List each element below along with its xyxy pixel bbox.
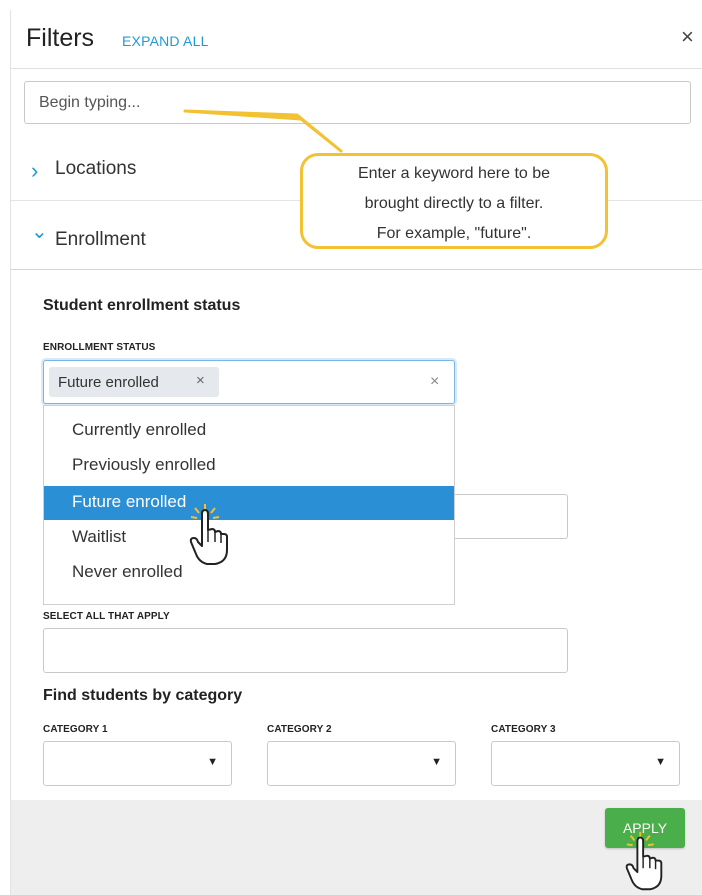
clear-selection-icon[interactable]: ×	[430, 373, 439, 391]
filters-title: Filters	[26, 24, 95, 52]
chevron-right-icon: ›	[31, 158, 39, 183]
callout-line: brought directly to a filter.	[364, 195, 544, 212]
selected-tag-label: Future enrolled	[58, 374, 159, 391]
category-1-select[interactable]: ▼	[43, 741, 232, 786]
callout-line: For example, "future".	[376, 225, 532, 242]
expand-all-link[interactable]: EXPAND ALL	[122, 33, 209, 49]
remove-tag-icon[interactable]: ×	[196, 372, 205, 389]
section-label-enrollment: Enrollment	[55, 229, 146, 250]
option-previously-enrolled[interactable]: Previously enrolled	[44, 449, 454, 483]
dropdown-arrow-icon: ▼	[655, 756, 666, 768]
select-all-label: SELECT ALL THAT APPLY	[43, 611, 170, 622]
section-label-locations: Locations	[55, 158, 137, 179]
option-label: Never enrolled	[72, 562, 183, 581]
dropdown-arrow-icon: ▼	[207, 756, 218, 768]
dropdown-arrow-icon: ▼	[431, 756, 442, 768]
hand-cursor-icon	[189, 504, 228, 565]
chevron-down-icon: ⌄	[31, 221, 48, 243]
close-icon[interactable]: ×	[681, 24, 694, 50]
hand-cursor-icon	[625, 831, 663, 891]
enrollment-status-dropdown: Currently enrolled Previously enrolled F…	[43, 405, 455, 605]
select-all-input[interactable]	[43, 628, 568, 673]
option-label: Previously enrolled	[72, 455, 216, 474]
selected-tag: Future enrolled ×	[49, 367, 219, 397]
category-2-select[interactable]: ▼	[267, 741, 456, 786]
category-heading: Find students by category	[43, 687, 243, 704]
filters-panel: Filters EXPAND ALL × › Locations ⌄ Enrol…	[10, 10, 702, 895]
filters-footer	[11, 800, 702, 895]
enrollment-status-select[interactable]: Future enrolled × ×	[43, 360, 455, 404]
category-3-label: CATEGORY 3	[491, 724, 556, 735]
category-1-label: CATEGORY 1	[43, 724, 108, 735]
option-currently-enrolled[interactable]: Currently enrolled	[44, 414, 454, 448]
option-future-enrolled[interactable]: Future enrolled	[44, 486, 454, 520]
filters-header: Filters EXPAND ALL ×	[11, 10, 702, 69]
option-label: Waitlist	[72, 527, 127, 546]
option-never-enrolled[interactable]: Never enrolled	[44, 556, 454, 590]
tip-callout: Enter a keyword here to be brought direc…	[300, 153, 608, 249]
category-3-select[interactable]: ▼	[491, 741, 680, 786]
option-label: Currently enrolled	[72, 420, 207, 439]
option-label: Future enrolled	[72, 492, 187, 511]
option-waitlist[interactable]: Waitlist	[44, 521, 454, 555]
callout-line: Enter a keyword here to be	[357, 165, 551, 182]
category-2-label: CATEGORY 2	[267, 724, 332, 735]
enrollment-status-heading: Student enrollment status	[43, 297, 241, 314]
enrollment-status-label: ENROLLMENT STATUS	[43, 342, 156, 353]
